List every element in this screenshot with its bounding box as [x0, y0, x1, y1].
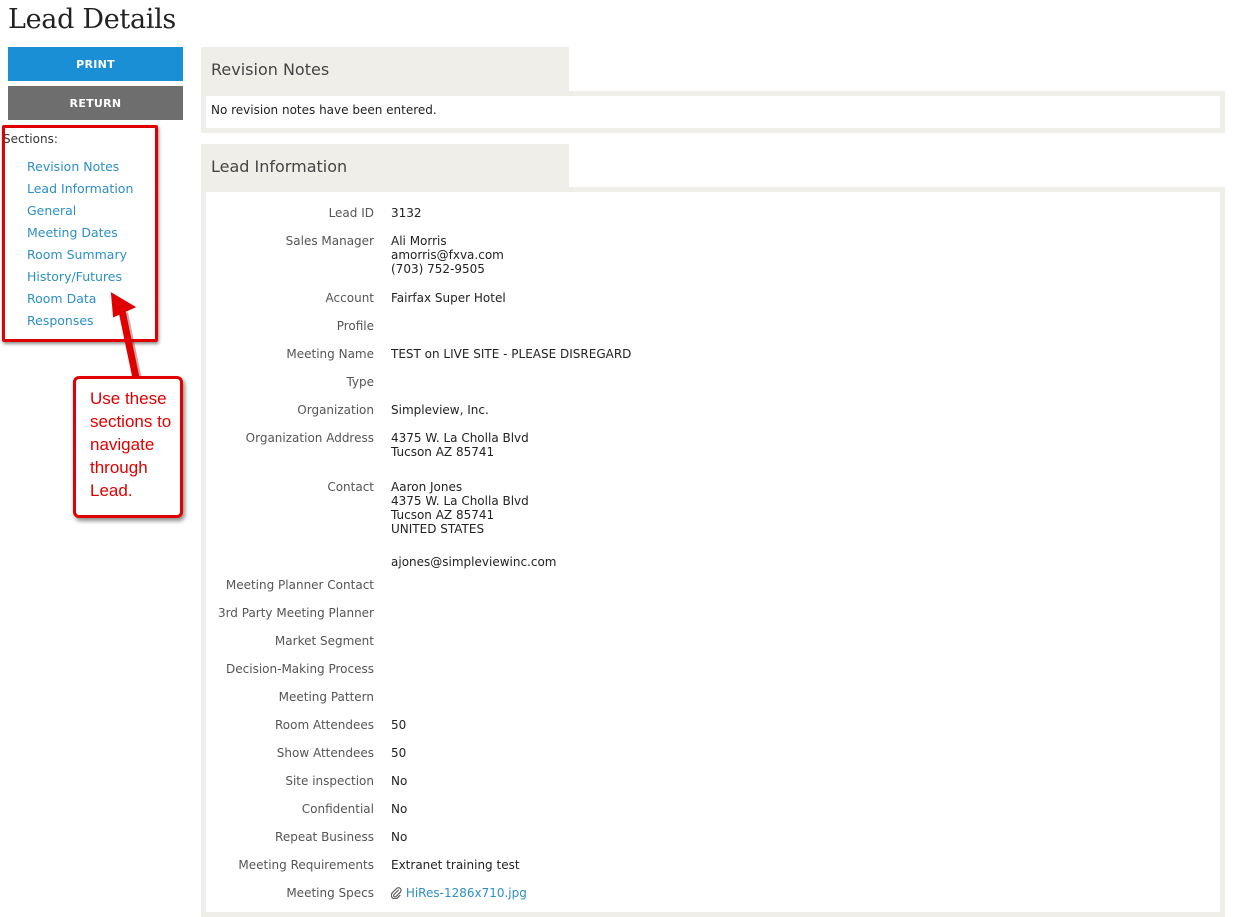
field-label-organization: Organization — [297, 403, 374, 417]
field-value-confidential: No — [391, 802, 408, 816]
annotation-line: sections to — [90, 412, 172, 431]
field-value-account: Fairfax Super Hotel — [391, 291, 506, 305]
field-label-lead-id: Lead ID — [328, 206, 374, 220]
field-label-3rd-party-planner: 3rd Party Meeting Planner — [217, 606, 374, 620]
field-label-market-segment: Market Segment — [274, 634, 374, 648]
field-value-room-attendees: 50 — [391, 718, 407, 732]
contact-email: ajones@simpleviewinc.com — [391, 555, 557, 569]
field-label-organization-address: Organization Address — [245, 431, 374, 445]
sales-manager-phone: (703) 752-9505 — [391, 262, 485, 276]
field-value-sales-manager: Ali Morris amorris@fxva.com (703) 752-95… — [391, 234, 504, 276]
field-label-decision-process: Decision-Making Process — [226, 662, 374, 676]
contact-street: 4375 W. La Cholla Blvd — [391, 494, 529, 508]
sales-manager-name: Ali Morris — [391, 234, 447, 248]
sales-manager-email: amorris@fxva.com — [391, 248, 504, 262]
field-value-meeting-name: TEST on LIVE SITE - PLEASE DISREGARD — [391, 347, 632, 361]
annotation-line: through — [90, 458, 148, 477]
contact-country: UNITED STATES — [391, 522, 485, 536]
field-label-contact: Contact — [327, 480, 374, 494]
annotation-line: navigate — [90, 435, 155, 454]
print-button[interactable]: PRINT — [8, 47, 183, 81]
annotation-line: Lead. — [90, 481, 133, 500]
contact-city: Tucson AZ 85741 — [391, 508, 495, 522]
paperclip-icon — [390, 887, 402, 900]
field-label-confidential: Confidential — [301, 802, 374, 816]
return-button[interactable]: RETURN — [8, 86, 183, 120]
field-label-room-attendees: Room Attendees — [274, 718, 374, 732]
field-label-repeat-business: Repeat Business — [275, 830, 374, 844]
field-value-repeat-business: No — [391, 830, 408, 844]
field-label-meeting-name: Meeting Name — [286, 347, 374, 361]
annotation-highlight-box — [2, 125, 158, 342]
lead-information-fields: Lead ID 3132 Sales Manager Ali Morris am… — [201, 0, 1225, 910]
field-value-contact: Aaron Jones 4375 W. La Cholla Blvd Tucso… — [391, 480, 529, 536]
meeting-specs-file-link[interactable]: HiRes-1286x710.jpg — [406, 886, 527, 900]
field-value-show-attendees: 50 — [391, 746, 407, 760]
field-label-type: Type — [346, 375, 374, 389]
contact-name: Aaron Jones — [391, 480, 463, 494]
field-value-site-inspection: No — [391, 774, 408, 788]
field-label-show-attendees: Show Attendees — [276, 746, 374, 760]
field-label-meeting-planner-contact: Meeting Planner Contact — [225, 578, 374, 592]
field-value-meeting-specs: HiRes-1286x710.jpg — [390, 886, 527, 900]
field-label-site-inspection: Site inspection — [285, 774, 374, 788]
field-label-profile: Profile — [336, 319, 374, 333]
org-address-city: Tucson AZ 85741 — [391, 445, 495, 459]
field-label-account: Account — [325, 291, 374, 305]
field-label-meeting-specs: Meeting Specs — [286, 886, 374, 900]
annotation-callout: Use these sections to navigate through L… — [73, 376, 183, 518]
field-label-meeting-pattern: Meeting Pattern — [278, 690, 374, 704]
page-title: Lead Details — [8, 4, 176, 35]
field-value-organization: Simpleview, Inc. — [391, 403, 489, 417]
field-label-sales-manager: Sales Manager — [285, 234, 374, 248]
field-value-organization-address: 4375 W. La Cholla Blvd Tucson AZ 85741 — [391, 431, 529, 459]
org-address-street: 4375 W. La Cholla Blvd — [391, 431, 529, 445]
field-value-lead-id: 3132 — [391, 206, 422, 220]
annotation-line: Use these — [90, 389, 167, 408]
field-label-meeting-requirements: Meeting Requirements — [238, 858, 374, 872]
field-value-meeting-requirements: Extranet training test — [391, 858, 520, 872]
